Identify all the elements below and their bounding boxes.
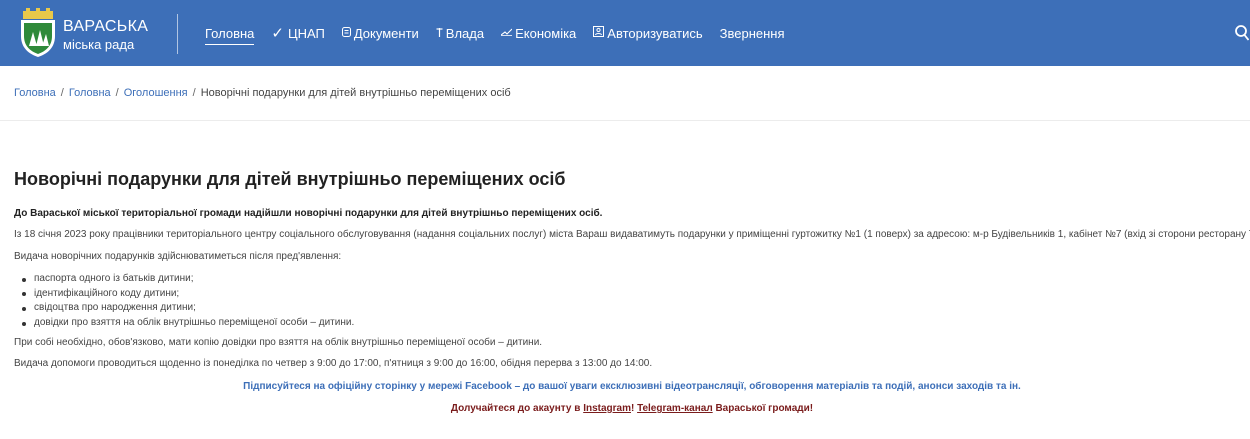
social-prefix: Долучайтеся до акаунту в [450,403,584,414]
social-suffix: Вараської громади! [712,403,814,414]
page-title: Новорічні подарунки для дітей внутрішньо… [14,169,566,189]
breadcrumb-separator: / [60,87,64,99]
nav-item-label: ЦНАП [287,25,325,41]
section-divider [0,120,1250,121]
city-name-line1: Вараська [63,18,149,35]
article-paragraph: При собі необхідно, обов'язково, мати ко… [14,337,543,348]
nav-item-label: Звернення [719,25,785,41]
documents-list: паспорта одного із батьків дитини; ідент… [22,272,354,331]
breadcrumb-link-announcements[interactable]: Оголошення [124,87,188,99]
list-item: паспорта одного із батьків дитини; [22,272,354,287]
breadcrumb-link-home[interactable]: Головна [14,87,56,99]
nav-item-documents[interactable]: Документи [341,25,419,41]
main-nav: Головна ✓ ЦНАП Документи Влада Економіка [205,0,802,66]
list-item: ідентифікаційного коду дитини; [22,287,354,302]
nav-item-home[interactable]: Головна [205,25,255,45]
site-header: Вараська міська рада Головна ✓ ЦНАП Доку… [0,0,1250,66]
nav-item-label: Економіка [515,25,577,41]
search-icon[interactable] [1235,25,1249,41]
article-paragraph: Із 18 січня 2023 року працівники територ… [14,229,1250,240]
telegram-link[interactable]: Telegram-канал [637,403,713,414]
nav-item-label: Влада [445,25,485,41]
article-paragraph: Видача новорічних подарунків здійснювати… [14,251,342,262]
social-links: Долучайтеся до акаунту в Instagram! Tele… [0,403,1250,414]
nav-item-cnap[interactable]: ✓ ЦНАП [271,24,324,42]
check-icon: ✓ [271,25,284,42]
header-divider [177,14,178,54]
facebook-note[interactable]: Підписуйтеся на офіційну сторінку у мере… [0,381,1250,392]
list-item: довідки про взяття на облік внутрішньо п… [22,316,354,331]
nav-item-appeals[interactable]: Звернення [720,26,785,41]
breadcrumb-link-home-2[interactable]: Головна [69,87,111,99]
breadcrumb-separator: / [115,87,119,99]
nav-item-label: Головна [205,25,255,41]
login-icon [593,26,605,40]
city-name[interactable]: Вараська міська рада [63,18,149,52]
coat-of-arms-icon[interactable] [17,8,59,58]
breadcrumb-current: Новорічні подарунки для дітей внутрішньо… [200,87,511,99]
breadcrumb: Головна / Головна / Оголошення / Новорічні под… [14,87,511,99]
nav-item-login[interactable]: Авторизуватись [593,25,703,41]
article-paragraph: Видача допомоги проводиться щоденно із п… [14,358,653,369]
nav-item-label: Документи [353,25,419,41]
article-intro: До Вараської міської територіальної гром… [14,208,603,219]
document-icon [341,26,351,40]
pin-icon [436,26,443,40]
nav-item-label: Авторизуватись [607,25,703,41]
chart-icon [500,27,513,39]
city-name-line2: міська рада [63,37,135,52]
instagram-link[interactable]: Instagram [583,403,631,414]
breadcrumb-separator: / [192,87,196,99]
nav-item-economy[interactable]: Економіка [500,25,577,41]
list-item: свідоцтва про народження дитини; [22,301,354,316]
nav-item-authority[interactable]: Влада [436,26,484,41]
